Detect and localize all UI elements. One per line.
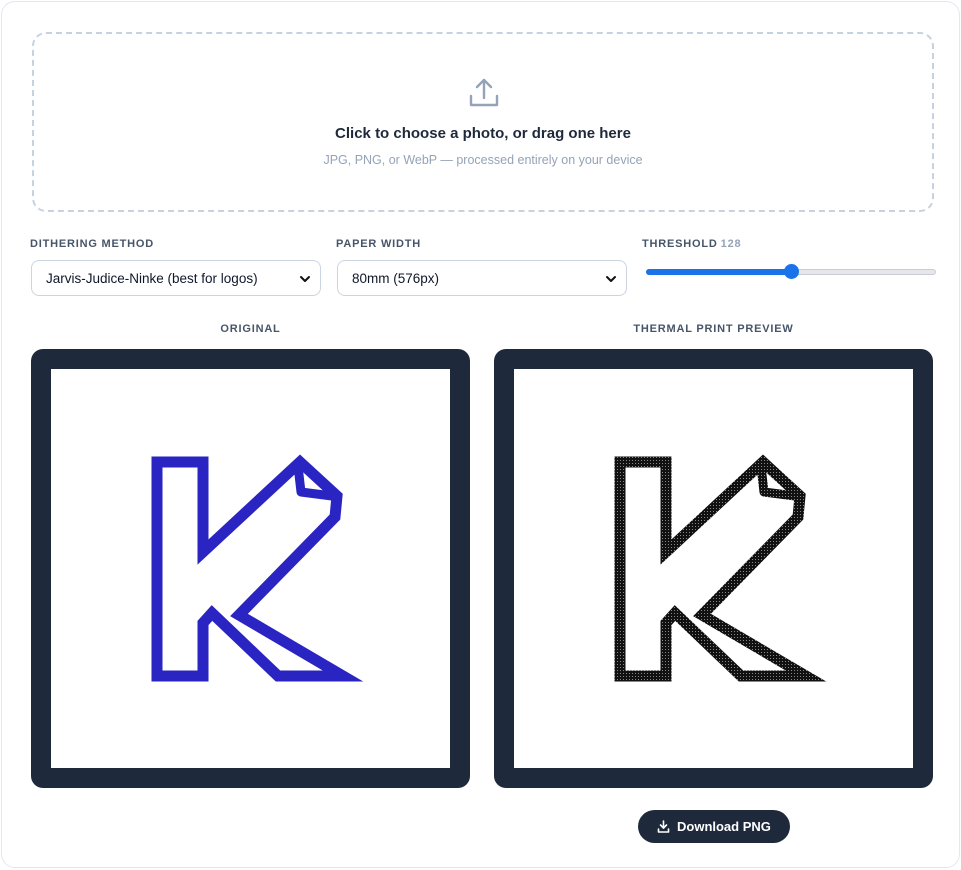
chevron-down-icon: [606, 276, 616, 282]
original-logo-image: [151, 454, 364, 682]
dropzone-title: Click to choose a photo, or drag one her…: [335, 125, 631, 142]
threshold-label-text: THRESHOLD: [642, 238, 718, 250]
thermal-canvas: [514, 369, 913, 768]
dropzone-subtitle: JPG, PNG, or WebP — processed entirely o…: [323, 153, 643, 167]
chevron-down-icon: [300, 276, 310, 282]
download-png-button[interactable]: Download PNG: [638, 810, 790, 843]
original-title: ORIGINAL: [220, 323, 281, 335]
upload-icon: [469, 78, 499, 107]
dithering-method-value: Jarvis-Judice-Ninke (best for logos): [46, 271, 258, 286]
threshold-label: THRESHOLD 128: [642, 238, 741, 250]
original-preview-frame: [31, 349, 470, 788]
dithering-method-label: DITHERING METHOD: [30, 238, 155, 250]
original-canvas: [51, 369, 450, 768]
paper-width-select[interactable]: 80mm (576px): [337, 260, 627, 296]
thermal-preview-title: THERMAL PRINT PREVIEW: [633, 323, 794, 335]
threshold-slider[interactable]: [646, 264, 936, 280]
paper-width-label: PAPER WIDTH: [336, 238, 421, 250]
thermal-preview-frame: [494, 349, 933, 788]
slider-fill: [646, 269, 791, 275]
paper-width-value: 80mm (576px): [352, 271, 440, 286]
thermal-logo-image: [614, 454, 827, 682]
app-card: Click to choose a photo, or drag one her…: [1, 1, 960, 868]
download-icon: [657, 820, 670, 833]
download-label: Download PNG: [677, 819, 771, 834]
threshold-value: 128: [720, 238, 742, 250]
upload-dropzone[interactable]: Click to choose a photo, or drag one her…: [32, 32, 934, 212]
dithering-method-select[interactable]: Jarvis-Judice-Ninke (best for logos): [31, 260, 321, 296]
slider-thumb[interactable]: [784, 264, 799, 279]
